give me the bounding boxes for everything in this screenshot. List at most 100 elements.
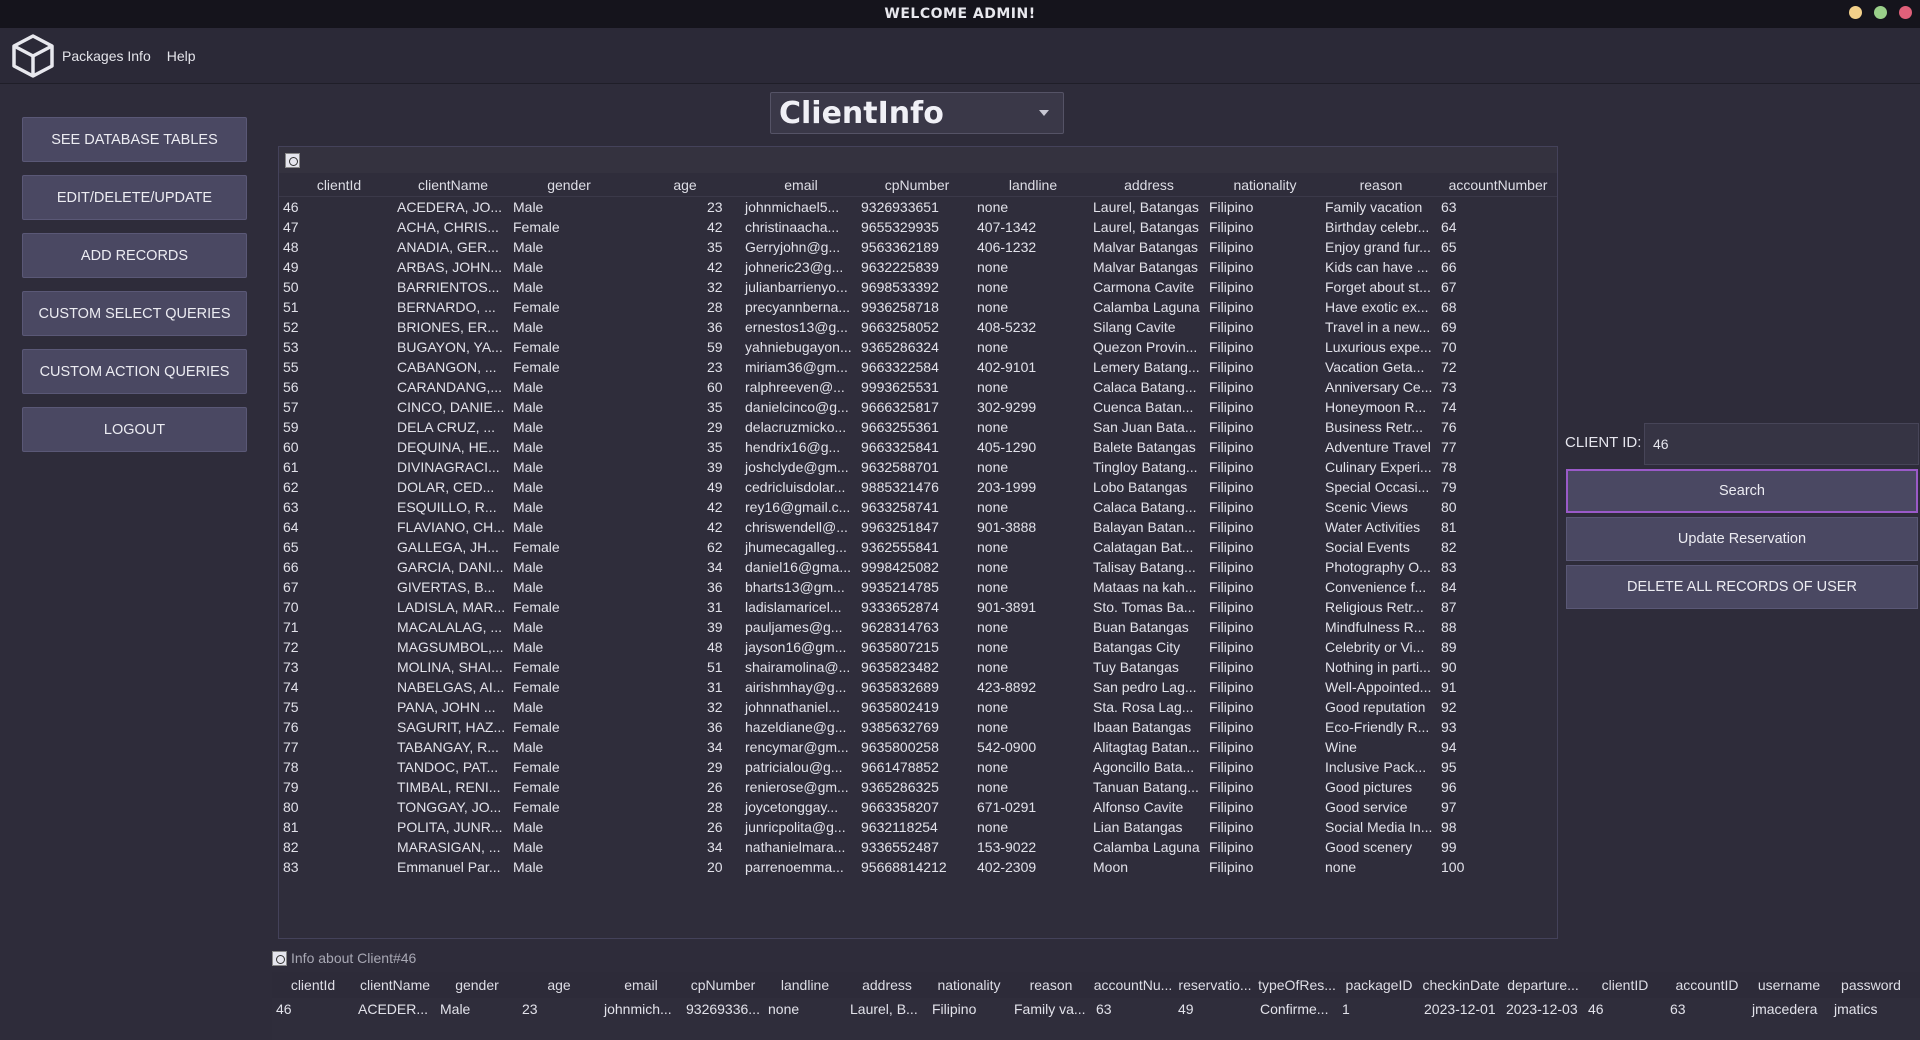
detail-column-header[interactable]: age bbox=[518, 977, 600, 993]
column-header-cpnumber[interactable]: cpNumber bbox=[859, 177, 975, 193]
maximize-button[interactable] bbox=[1874, 6, 1887, 19]
detail-column-header[interactable]: accountNu... bbox=[1092, 977, 1174, 993]
column-header-landline[interactable]: landline bbox=[975, 177, 1091, 193]
add-records-button[interactable]: ADD RECORDS bbox=[22, 233, 247, 278]
detail-column-header[interactable]: clientId bbox=[272, 977, 354, 993]
table-row[interactable]: 67 GIVERTAS, B... Male 36 bharts13@gm... 9935… bbox=[279, 577, 1557, 597]
detail-column-header[interactable]: reservatio... bbox=[1174, 977, 1256, 993]
column-header-accountnumber[interactable]: accountNumber bbox=[1439, 177, 1557, 193]
table-row[interactable]: 63 ESQUILLO, R... Male 42 rey16@gmail.c... 96… bbox=[279, 497, 1557, 517]
table-row[interactable]: 80 TONGGAY, JO... Female 28 joycetonggay... 9… bbox=[279, 797, 1557, 817]
minimize-button[interactable] bbox=[1849, 6, 1862, 19]
table-cell: Social Events bbox=[1325, 539, 1410, 555]
edit-delete-update-button[interactable]: EDIT/DELETE/UPDATE bbox=[22, 175, 247, 220]
detail-cell: johnmich... bbox=[604, 1001, 672, 1017]
column-header-email[interactable]: email bbox=[743, 177, 859, 193]
client-info-table[interactable]: clientId clientName gender age email cpNumber… bbox=[278, 146, 1558, 939]
detail-column-header[interactable]: typeOfRes... bbox=[1256, 977, 1338, 993]
detail-column-header[interactable]: departure... bbox=[1502, 977, 1584, 993]
detail-column-header[interactable]: username bbox=[1748, 977, 1830, 993]
table-row[interactable]: 66 GARCIA, DANI... Male 34 daniel16@gma... 99… bbox=[279, 557, 1557, 577]
table-row[interactable]: 56 CARANDANG,... Male 60 ralphreeven@... 9993… bbox=[279, 377, 1557, 397]
table-cell: Female bbox=[513, 339, 560, 355]
detail-column-header[interactable]: accountID bbox=[1666, 977, 1748, 993]
table-row[interactable]: 75 PANA, JOHN ... Male 32 johnnathaniel... 96… bbox=[279, 697, 1557, 717]
table-row[interactable]: 46 ACEDERA, JO... Male 23 johnmichael5... 932… bbox=[279, 197, 1557, 217]
column-header-nationality[interactable]: nationality bbox=[1207, 177, 1323, 193]
table-cell: Laurel, Batangas bbox=[1093, 219, 1199, 235]
table-row[interactable]: 59 DELA CRUZ, ... Male 29 delacruzmicko... 96… bbox=[279, 417, 1557, 437]
table-cell: 542-0900 bbox=[977, 739, 1037, 755]
table-row[interactable]: 57 CINCO, DANIE... Male 35 danielcinco@g... 9… bbox=[279, 397, 1557, 417]
column-header-reason[interactable]: reason bbox=[1323, 177, 1439, 193]
detail-table-row[interactable]: 46 ACEDER... Male 23 johnmich... 93269336... n… bbox=[272, 998, 1920, 1020]
detail-column-header[interactable]: email bbox=[600, 977, 682, 993]
column-header-address[interactable]: address bbox=[1091, 177, 1207, 193]
table-row[interactable]: 52 BRIONES, ER... Male 36 ernestos13@g... 966… bbox=[279, 317, 1557, 337]
table-row[interactable]: 62 DOLAR, CED... Male 49 cedricluisdolar... 9… bbox=[279, 477, 1557, 497]
table-row[interactable]: 70 LADISLA, MAR... Female 31 ladislamaricel.… bbox=[279, 597, 1557, 617]
table-row[interactable]: 71 MACALALAG, ... Male 39 pauljames@g... 9628… bbox=[279, 617, 1557, 637]
column-header-gender[interactable]: gender bbox=[511, 177, 627, 193]
table-row[interactable]: 72 MAGSUMBOL,... Male 48 jayson16@gm... 96358… bbox=[279, 637, 1557, 657]
table-cell: hazeldiane@g... bbox=[745, 719, 847, 735]
detail-table[interactable]: clientId clientName gender age email cpNumber… bbox=[272, 972, 1920, 1040]
column-header-age[interactable]: age bbox=[627, 177, 743, 193]
detail-column-header[interactable]: checkinDate bbox=[1420, 977, 1502, 993]
table-row[interactable]: 47 ACHA, CHRIS... Female 42 christinaacha...… bbox=[279, 217, 1557, 237]
logout-button[interactable]: LOGOUT bbox=[22, 407, 247, 452]
table-row[interactable]: 79 TIMBAL, RENI... Female 26 renierose@gm...… bbox=[279, 777, 1557, 797]
table-cell: 61 bbox=[283, 459, 299, 475]
table-row[interactable]: 61 DIVINAGRACI... Male 39 joshclyde@gm... 963… bbox=[279, 457, 1557, 477]
table-row[interactable]: 74 NABELGAS, AI... Female 31 airishmhay@g...… bbox=[279, 677, 1557, 697]
table-cell: Nothing in parti... bbox=[1325, 659, 1431, 675]
detail-column-header[interactable]: address bbox=[846, 977, 928, 993]
table-row[interactable]: 78 TANDOC, PAT... Female 29 patricialou@g...… bbox=[279, 757, 1557, 777]
column-header-clientname[interactable]: clientName bbox=[395, 177, 511, 193]
custom-action-queries-button[interactable]: CUSTOM ACTION QUERIES bbox=[22, 349, 247, 394]
table-row[interactable]: 53 BUGAYON, YA... Female 59 yahniebugayon...… bbox=[279, 337, 1557, 357]
table-selector[interactable]: ClientInfo bbox=[770, 92, 1064, 134]
table-row[interactable]: 60 DEQUINA, HE... Male 35 hendrix16@g... 9663… bbox=[279, 437, 1557, 457]
table-cell: 50 bbox=[283, 279, 299, 295]
table-row[interactable]: 55 CABANGON, ... Female 23 miriam36@gm... 966… bbox=[279, 357, 1557, 377]
table-row[interactable]: 77 TABANGAY, R... Male 34 rencymar@gm... 9635… bbox=[279, 737, 1557, 757]
custom-select-queries-button[interactable]: CUSTOM SELECT QUERIES bbox=[22, 291, 247, 336]
close-button[interactable] bbox=[1899, 6, 1912, 19]
detail-column-header[interactable]: cpNumber bbox=[682, 977, 764, 993]
detail-column-header[interactable]: reason bbox=[1010, 977, 1092, 993]
detail-column-header[interactable]: clientID bbox=[1584, 977, 1666, 993]
table-row[interactable]: 48 ANADIA, GER... Male 35 Gerryjohn@g... 9563… bbox=[279, 237, 1557, 257]
delete-all-records-button[interactable]: DELETE ALL RECORDS OF USER bbox=[1566, 565, 1918, 609]
table-row[interactable]: 51 BERNARDO, ... Female 28 precyannberna... 9… bbox=[279, 297, 1557, 317]
table-row[interactable]: 50 BARRIENTOS... Male 32 julianbarrienyo... 9… bbox=[279, 277, 1557, 297]
detail-column-header[interactable]: clientName bbox=[354, 977, 436, 993]
table-cell: none bbox=[977, 339, 1009, 355]
see-database-tables-button[interactable]: SEE DATABASE TABLES bbox=[22, 117, 247, 162]
table-row[interactable]: 64 FLAVIANO, CH... Male 42 chriswendell@... 9… bbox=[279, 517, 1557, 537]
detail-column-header[interactable]: gender bbox=[436, 977, 518, 993]
table-row[interactable]: 82 MARASIGAN, ... Male 34 nathanielmara... 93… bbox=[279, 837, 1557, 857]
detail-column-header[interactable]: landline bbox=[764, 977, 846, 993]
menu-packages-info[interactable]: Packages Info bbox=[62, 48, 151, 64]
table-row[interactable]: 73 MOLINA, SHAI... Female 51 shairamolina@..… bbox=[279, 657, 1557, 677]
table-cell: 34 bbox=[707, 839, 723, 855]
table-row[interactable]: 49 ARBAS, JOHN... Male 42 johneric23@g... 963… bbox=[279, 257, 1557, 277]
column-header-clientid[interactable]: clientId bbox=[279, 177, 395, 193]
table-cell: 46 bbox=[283, 199, 299, 215]
client-id-input[interactable]: 46 bbox=[1644, 423, 1919, 465]
detail-column-header[interactable]: password bbox=[1830, 977, 1912, 993]
search-button[interactable]: Search bbox=[1566, 469, 1918, 513]
table-cell: none bbox=[977, 579, 1009, 595]
menu-help[interactable]: Help bbox=[167, 48, 196, 64]
update-reservation-button[interactable]: Update Reservation bbox=[1566, 517, 1918, 561]
table-row[interactable]: 76 SAGURIT, HAZ... Female 36 hazeldiane@g...… bbox=[279, 717, 1557, 737]
table-cell: Female bbox=[513, 599, 560, 615]
table-cell: 29 bbox=[707, 759, 723, 775]
table-cell: 153-9022 bbox=[977, 839, 1037, 855]
table-row[interactable]: 83 Emmanuel Par... Male 20 parrenoemma... 956… bbox=[279, 857, 1557, 877]
table-row[interactable]: 81 POLITA, JUNR... Male 26 junricpolita@g...… bbox=[279, 817, 1557, 837]
table-row[interactable]: 65 GALLEGA, JH... Female 62 jhumecagalleg...… bbox=[279, 537, 1557, 557]
detail-column-header[interactable]: packageID bbox=[1338, 977, 1420, 993]
detail-column-header[interactable]: nationality bbox=[928, 977, 1010, 993]
